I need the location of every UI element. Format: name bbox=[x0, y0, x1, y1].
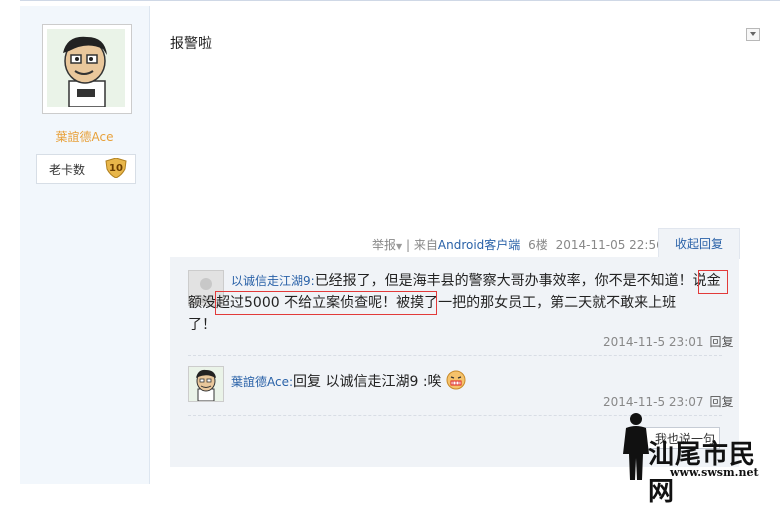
badge-label: 老卡数 bbox=[49, 163, 86, 177]
reply-content: 以诚信走江湖9:已经报了，但是海丰县的警察大哥办事效率，你不是不知道！说金 额没… bbox=[188, 273, 721, 333]
post-time: 2014-11-05 22:56 bbox=[555, 238, 664, 252]
reply-text: 回复 以诚信走江湖9 :唉 bbox=[293, 374, 442, 390]
author-name[interactable]: 葉誼德Ace bbox=[20, 128, 149, 145]
report-dropdown-icon[interactable]: ▼ bbox=[396, 242, 402, 251]
reply-username[interactable]: 葉誼德Ace bbox=[231, 375, 289, 389]
meta-separator: | bbox=[406, 238, 411, 252]
reply-link[interactable]: 回复 bbox=[710, 335, 734, 349]
reply-username[interactable]: 以诚信走江湖9 bbox=[231, 274, 311, 288]
source-prefix: 来自 bbox=[413, 238, 438, 252]
report-link[interactable]: 举报 bbox=[372, 238, 396, 252]
floor-number: 6楼 bbox=[528, 238, 548, 252]
reply-link[interactable]: 回复 bbox=[710, 395, 734, 409]
reply-divider bbox=[188, 355, 722, 356]
level-shield-icon: 10 bbox=[105, 157, 127, 179]
reply-text-line1: 已经报了，但是海丰县的警察大哥办事效率，你不是不知道！说金 bbox=[314, 273, 721, 289]
emoji-face-icon bbox=[446, 370, 466, 397]
post-meta-row: 举报▼ | 来自Android客户端 6楼 2014-11-05 22:56 bbox=[372, 236, 664, 253]
source-app-link[interactable]: Android客户端 bbox=[438, 238, 520, 252]
member-badge: 老卡数 10 bbox=[36, 154, 136, 184]
cartoon-avatar-image bbox=[47, 29, 125, 107]
reply-text-line2: 额没超过5000 不给立案侦查呢！被摸了一把的那女员工，第二天就不敢来上班 bbox=[188, 295, 677, 311]
author-avatar[interactable] bbox=[42, 24, 132, 114]
watermark-logo: 汕尾市民网 www.swsm.net bbox=[612, 410, 780, 507]
reply-time: 2014-11-5 23:07 回复 bbox=[603, 395, 734, 409]
watermark-url: www.swsm.net bbox=[670, 466, 759, 479]
collapse-replies-button[interactable]: 收起回复 bbox=[658, 228, 740, 259]
reply-avatar-cartoon[interactable] bbox=[188, 366, 224, 402]
post-menu-dropdown-icon[interactable] bbox=[746, 28, 760, 41]
reply-time: 2014-11-5 23:01 回复 bbox=[603, 335, 734, 349]
reply-content: 葉誼德Ace:回复 以诚信走江湖9 :唉 bbox=[231, 370, 466, 397]
badge-level: 10 bbox=[109, 163, 123, 174]
reply-text-line3: 了！ bbox=[188, 317, 216, 333]
post-content: 报警啦 bbox=[170, 36, 212, 52]
